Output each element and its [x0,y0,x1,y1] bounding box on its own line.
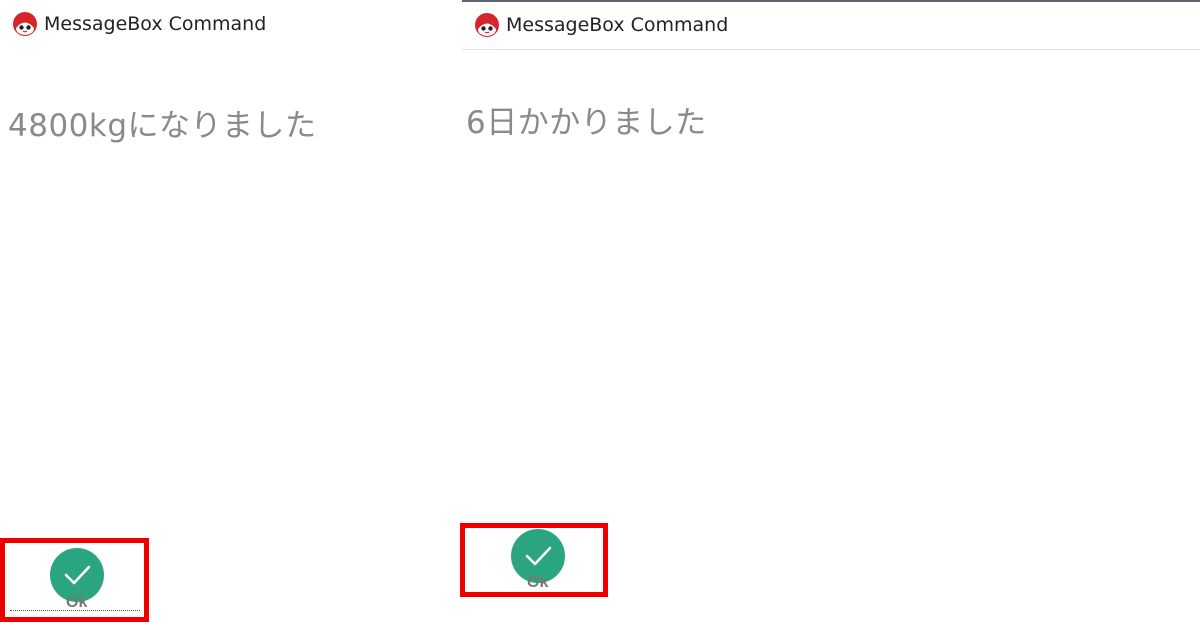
message-box-dialog-left: MessageBox Command 4800kgになりました Ok [0,0,440,630]
app-logo-icon [474,12,500,38]
ok-button[interactable]: Ok [464,526,606,592]
window-top-edge [462,0,1200,2]
dialog-titlebar: MessageBox Command [462,8,1200,50]
message-box-dialog-right: MessageBox Command 6日かかりました Ok [462,0,1200,630]
dialog-title: MessageBox Command [506,14,729,36]
ok-button-label: Ok [527,574,549,591]
focus-indicator [10,610,140,611]
dialog-message: 4800kgになりました [8,108,317,144]
dialog-message: 6日かかりました [466,105,707,141]
dialog-title: MessageBox Command [44,13,267,35]
ok-button[interactable]: Ok [10,544,142,611]
app-logo-icon [12,11,38,37]
dialog-titlebar: MessageBox Command [0,8,440,40]
